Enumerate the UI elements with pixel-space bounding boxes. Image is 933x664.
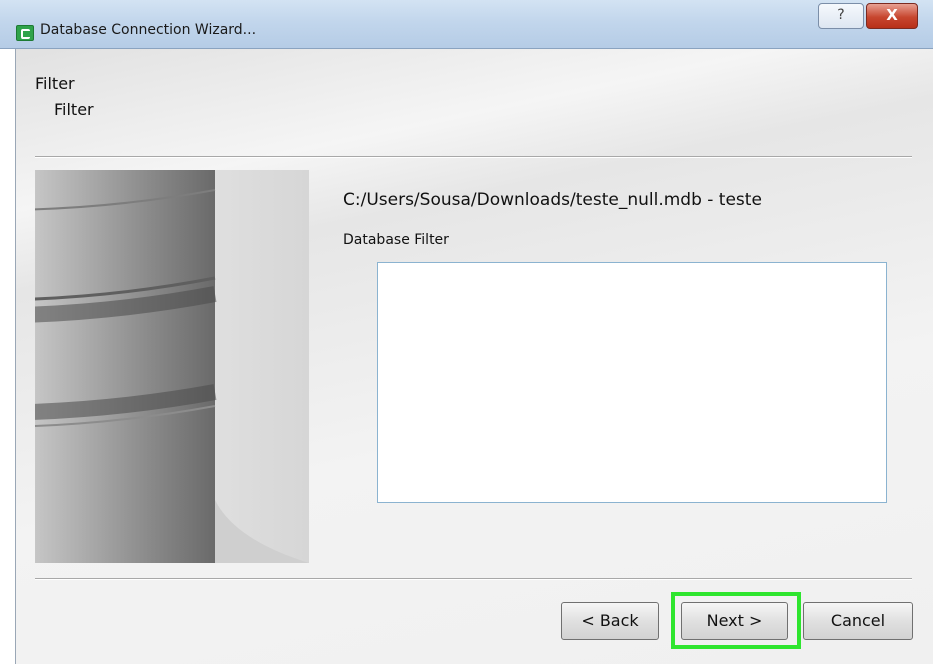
wizard-body: Filter Filter C:/Users/Sousa/Downloads/t… xyxy=(15,49,933,664)
title-bar[interactable]: Database Connection Wizard... ? X xyxy=(0,0,933,49)
database-cylinder-icon xyxy=(35,170,309,563)
window-title: Database Connection Wizard... xyxy=(40,22,257,38)
cancel-button[interactable]: Cancel xyxy=(803,602,913,640)
footer-divider xyxy=(35,578,912,580)
database-filter-input[interactable] xyxy=(377,262,887,503)
wizard-window: Database Connection Wizard... ? X Filter… xyxy=(0,0,933,664)
page-title: Filter xyxy=(35,74,75,93)
back-button[interactable]: < Back xyxy=(561,602,659,640)
next-button-highlight xyxy=(671,592,801,649)
header-divider xyxy=(35,156,912,158)
close-icon: X xyxy=(886,6,898,24)
page-subtitle: Filter xyxy=(54,100,94,119)
database-filter-label: Database Filter xyxy=(343,232,449,248)
database-path: C:/Users/Sousa/Downloads/teste_null.mdb … xyxy=(343,190,762,210)
help-icon: ? xyxy=(837,7,845,23)
app-icon xyxy=(16,25,34,41)
close-button[interactable]: X xyxy=(866,3,918,29)
help-button[interactable]: ? xyxy=(818,3,864,29)
